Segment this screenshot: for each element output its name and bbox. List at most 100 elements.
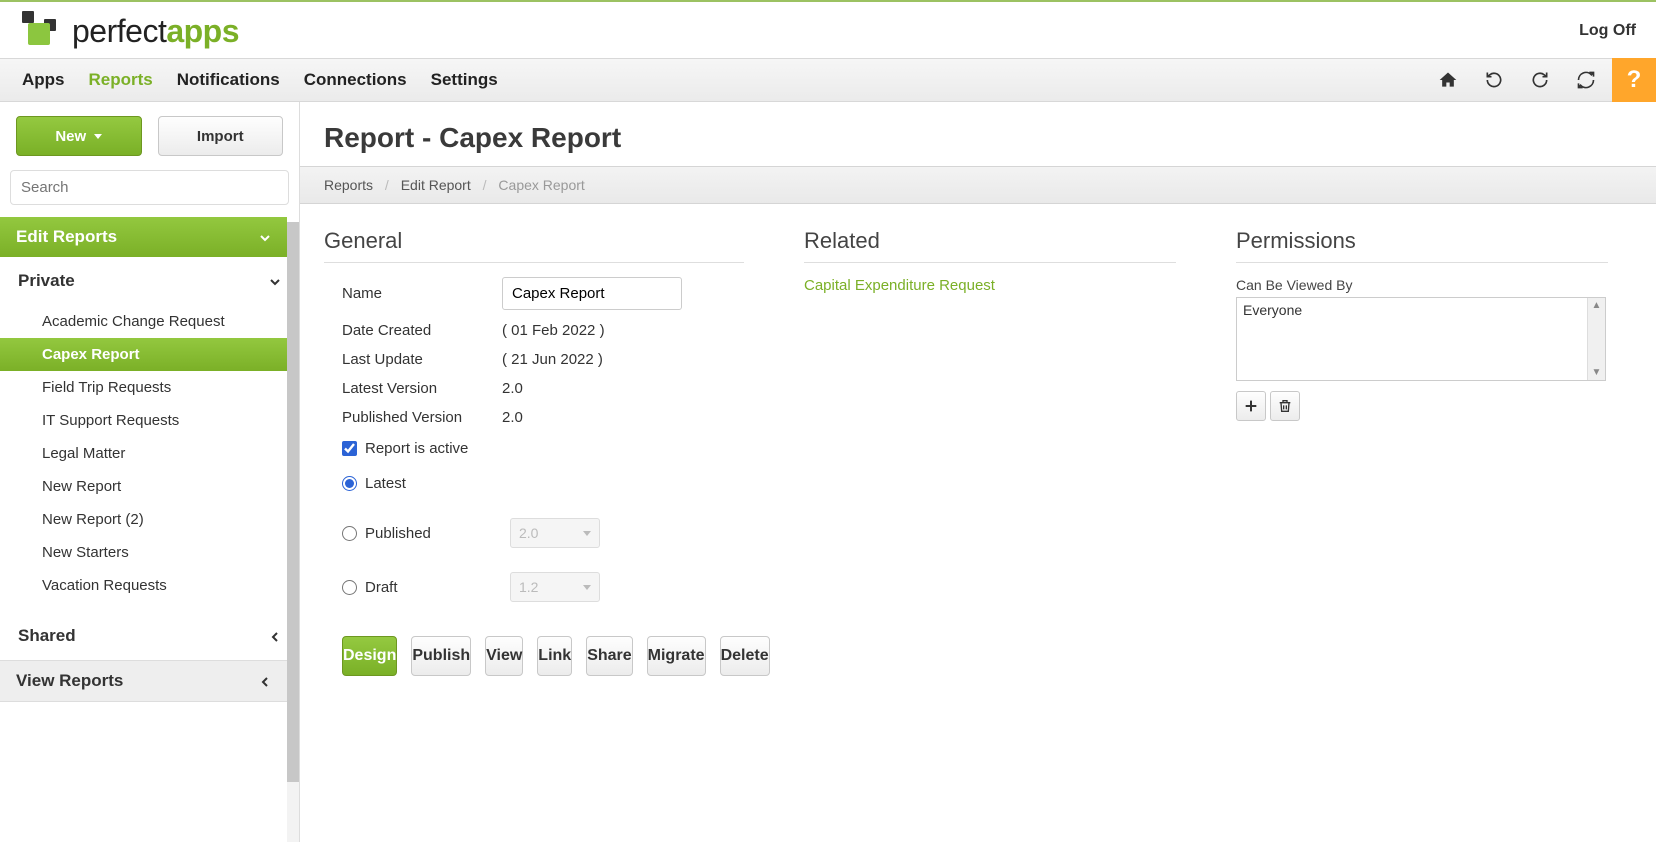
- value-last-update: ( 21 Jun 2022 ): [502, 351, 744, 368]
- nav-item-settings[interactable]: Settings: [431, 60, 498, 100]
- brand-right: apps: [166, 13, 239, 49]
- scrollbar-thumb[interactable]: [287, 222, 299, 782]
- nav-item-apps[interactable]: Apps: [22, 60, 65, 100]
- sidebar-item-field-trip[interactable]: Field Trip Requests: [0, 371, 287, 404]
- viewed-by-item[interactable]: Everyone: [1243, 302, 1581, 318]
- panel-related: Related Capital Expenditure Request: [804, 228, 1176, 676]
- undo-icon[interactable]: [1474, 60, 1514, 100]
- home-icon[interactable]: [1428, 60, 1468, 100]
- nav-item-reports[interactable]: Reports: [89, 60, 153, 100]
- search-wrap: [0, 170, 299, 217]
- trash-icon: [1277, 398, 1293, 414]
- main-nav: Apps Reports Notifications Connections S…: [0, 58, 1656, 102]
- label-report-active: Report is active: [365, 440, 468, 457]
- report-active-checkbox[interactable]: [342, 441, 357, 456]
- new-button[interactable]: New: [16, 116, 142, 156]
- value-date-created: ( 01 Feb 2022 ): [502, 322, 744, 339]
- search-input[interactable]: [10, 170, 289, 205]
- sidebar-item-it-support[interactable]: IT Support Requests: [0, 404, 287, 437]
- label-published: Published: [365, 525, 431, 542]
- help-button[interactable]: ?: [1612, 58, 1656, 102]
- sidebar-group-label: Shared: [18, 626, 76, 646]
- sidebar-item-capex-report[interactable]: Capex Report: [0, 338, 287, 371]
- brand-logo: perfectapps: [20, 9, 239, 53]
- breadcrumb-sep: /: [483, 177, 487, 193]
- chevron-down-icon: [257, 230, 271, 244]
- sidebar-button-row: New Import: [0, 102, 299, 170]
- radio-latest[interactable]: [342, 476, 357, 491]
- view-button[interactable]: View: [485, 636, 523, 676]
- listbox-scrollbar[interactable]: ▲ ▼: [1587, 298, 1605, 380]
- panel-permissions: Permissions Can Be Viewed By Everyone ▲ …: [1236, 228, 1608, 676]
- draft-version-select[interactable]: 1.2: [510, 572, 600, 602]
- label-last-update: Last Update: [342, 351, 502, 368]
- draft-select-value: 1.2: [519, 579, 538, 595]
- breadcrumb: Reports / Edit Report / Capex Report: [300, 166, 1656, 204]
- related-link-capital-expenditure[interactable]: Capital Expenditure Request: [804, 277, 1176, 294]
- value-latest-version: 2.0: [502, 380, 744, 397]
- delete-permission-button[interactable]: [1270, 391, 1300, 421]
- breadcrumb-sep: /: [385, 177, 389, 193]
- label-date-created: Date Created: [342, 322, 502, 339]
- delete-button[interactable]: Delete: [720, 636, 770, 676]
- scroll-up-icon[interactable]: ▲: [1592, 298, 1602, 313]
- link-button[interactable]: Link: [537, 636, 572, 676]
- share-button[interactable]: Share: [586, 636, 632, 676]
- sidebar-item-vacation-requests[interactable]: Vacation Requests: [0, 569, 287, 602]
- viewed-by-listbox[interactable]: Everyone ▲ ▼: [1236, 297, 1606, 381]
- publish-button[interactable]: Publish: [411, 636, 471, 676]
- sync-icon[interactable]: [1566, 60, 1606, 100]
- main-content: Report - Capex Report Reports / Edit Rep…: [300, 102, 1656, 842]
- name-input[interactable]: [502, 277, 682, 310]
- breadcrumb-edit-report[interactable]: Edit Report: [401, 177, 471, 193]
- section-title-permissions: Permissions: [1236, 228, 1608, 263]
- import-button[interactable]: Import: [158, 116, 284, 156]
- sidebar-group-private[interactable]: Private: [0, 257, 299, 305]
- published-select-value: 2.0: [519, 525, 538, 541]
- sidebar-item-legal-matter[interactable]: Legal Matter: [0, 437, 287, 470]
- row-report-active: Report is active: [324, 434, 744, 463]
- chevron-left-icon: [267, 629, 281, 643]
- row-draft: Draft 1.2: [324, 566, 744, 608]
- label-latest-version: Latest Version: [342, 380, 502, 397]
- scroll-down-icon[interactable]: ▼: [1592, 365, 1602, 380]
- label-published-version: Published Version: [342, 409, 502, 426]
- sidebar-item-new-report-2[interactable]: New Report (2): [0, 503, 287, 536]
- sidebar-section-view-reports[interactable]: View Reports: [0, 660, 287, 702]
- migrate-button[interactable]: Migrate: [647, 636, 706, 676]
- radio-published[interactable]: [342, 526, 357, 541]
- redo-icon[interactable]: [1520, 60, 1560, 100]
- label-can-be-viewed-by: Can Be Viewed By: [1236, 277, 1608, 293]
- published-version-select[interactable]: 2.0: [510, 518, 600, 548]
- sidebar-section-edit-reports[interactable]: Edit Reports: [0, 217, 287, 257]
- breadcrumb-reports[interactable]: Reports: [324, 177, 373, 193]
- sidebar-group-label: Private: [18, 271, 75, 291]
- nav-left: Apps Reports Notifications Connections S…: [22, 60, 498, 100]
- sidebar-scrollbar[interactable]: [287, 222, 299, 842]
- page-title: Report - Capex Report: [300, 102, 1656, 166]
- sidebar-item-new-starters[interactable]: New Starters: [0, 536, 287, 569]
- nav-item-notifications[interactable]: Notifications: [177, 60, 280, 100]
- sidebar-item-academic-change[interactable]: Academic Change Request: [0, 305, 287, 338]
- panel-general: General Name Date Created ( 01 Feb 2022 …: [324, 228, 744, 676]
- brand-logo-mark-icon: [20, 9, 64, 53]
- value-published-version: 2.0: [502, 409, 744, 426]
- nav-item-connections[interactable]: Connections: [304, 60, 407, 100]
- logoff-link[interactable]: Log Off: [1579, 22, 1636, 40]
- section-title-general: General: [324, 228, 744, 263]
- sidebar-item-new-report[interactable]: New Report: [0, 470, 287, 503]
- sidebar-private-list: Academic Change Request Capex Report Fie…: [0, 305, 287, 612]
- new-button-label: New: [55, 128, 86, 145]
- label-name: Name: [342, 285, 502, 302]
- brand-logo-text: perfectapps: [72, 13, 239, 50]
- app-header: perfectapps Log Off: [0, 2, 1656, 58]
- radio-draft[interactable]: [342, 580, 357, 595]
- caret-down-icon: [583, 585, 591, 590]
- row-published: Published 2.0: [324, 512, 744, 554]
- add-permission-button[interactable]: [1236, 391, 1266, 421]
- sidebar-group-shared[interactable]: Shared: [0, 612, 299, 660]
- label-latest: Latest: [365, 475, 406, 492]
- row-latest: Latest: [324, 469, 744, 498]
- action-row: Design Publish View Link Share Migrate D…: [324, 608, 744, 676]
- design-button[interactable]: Design: [342, 636, 397, 676]
